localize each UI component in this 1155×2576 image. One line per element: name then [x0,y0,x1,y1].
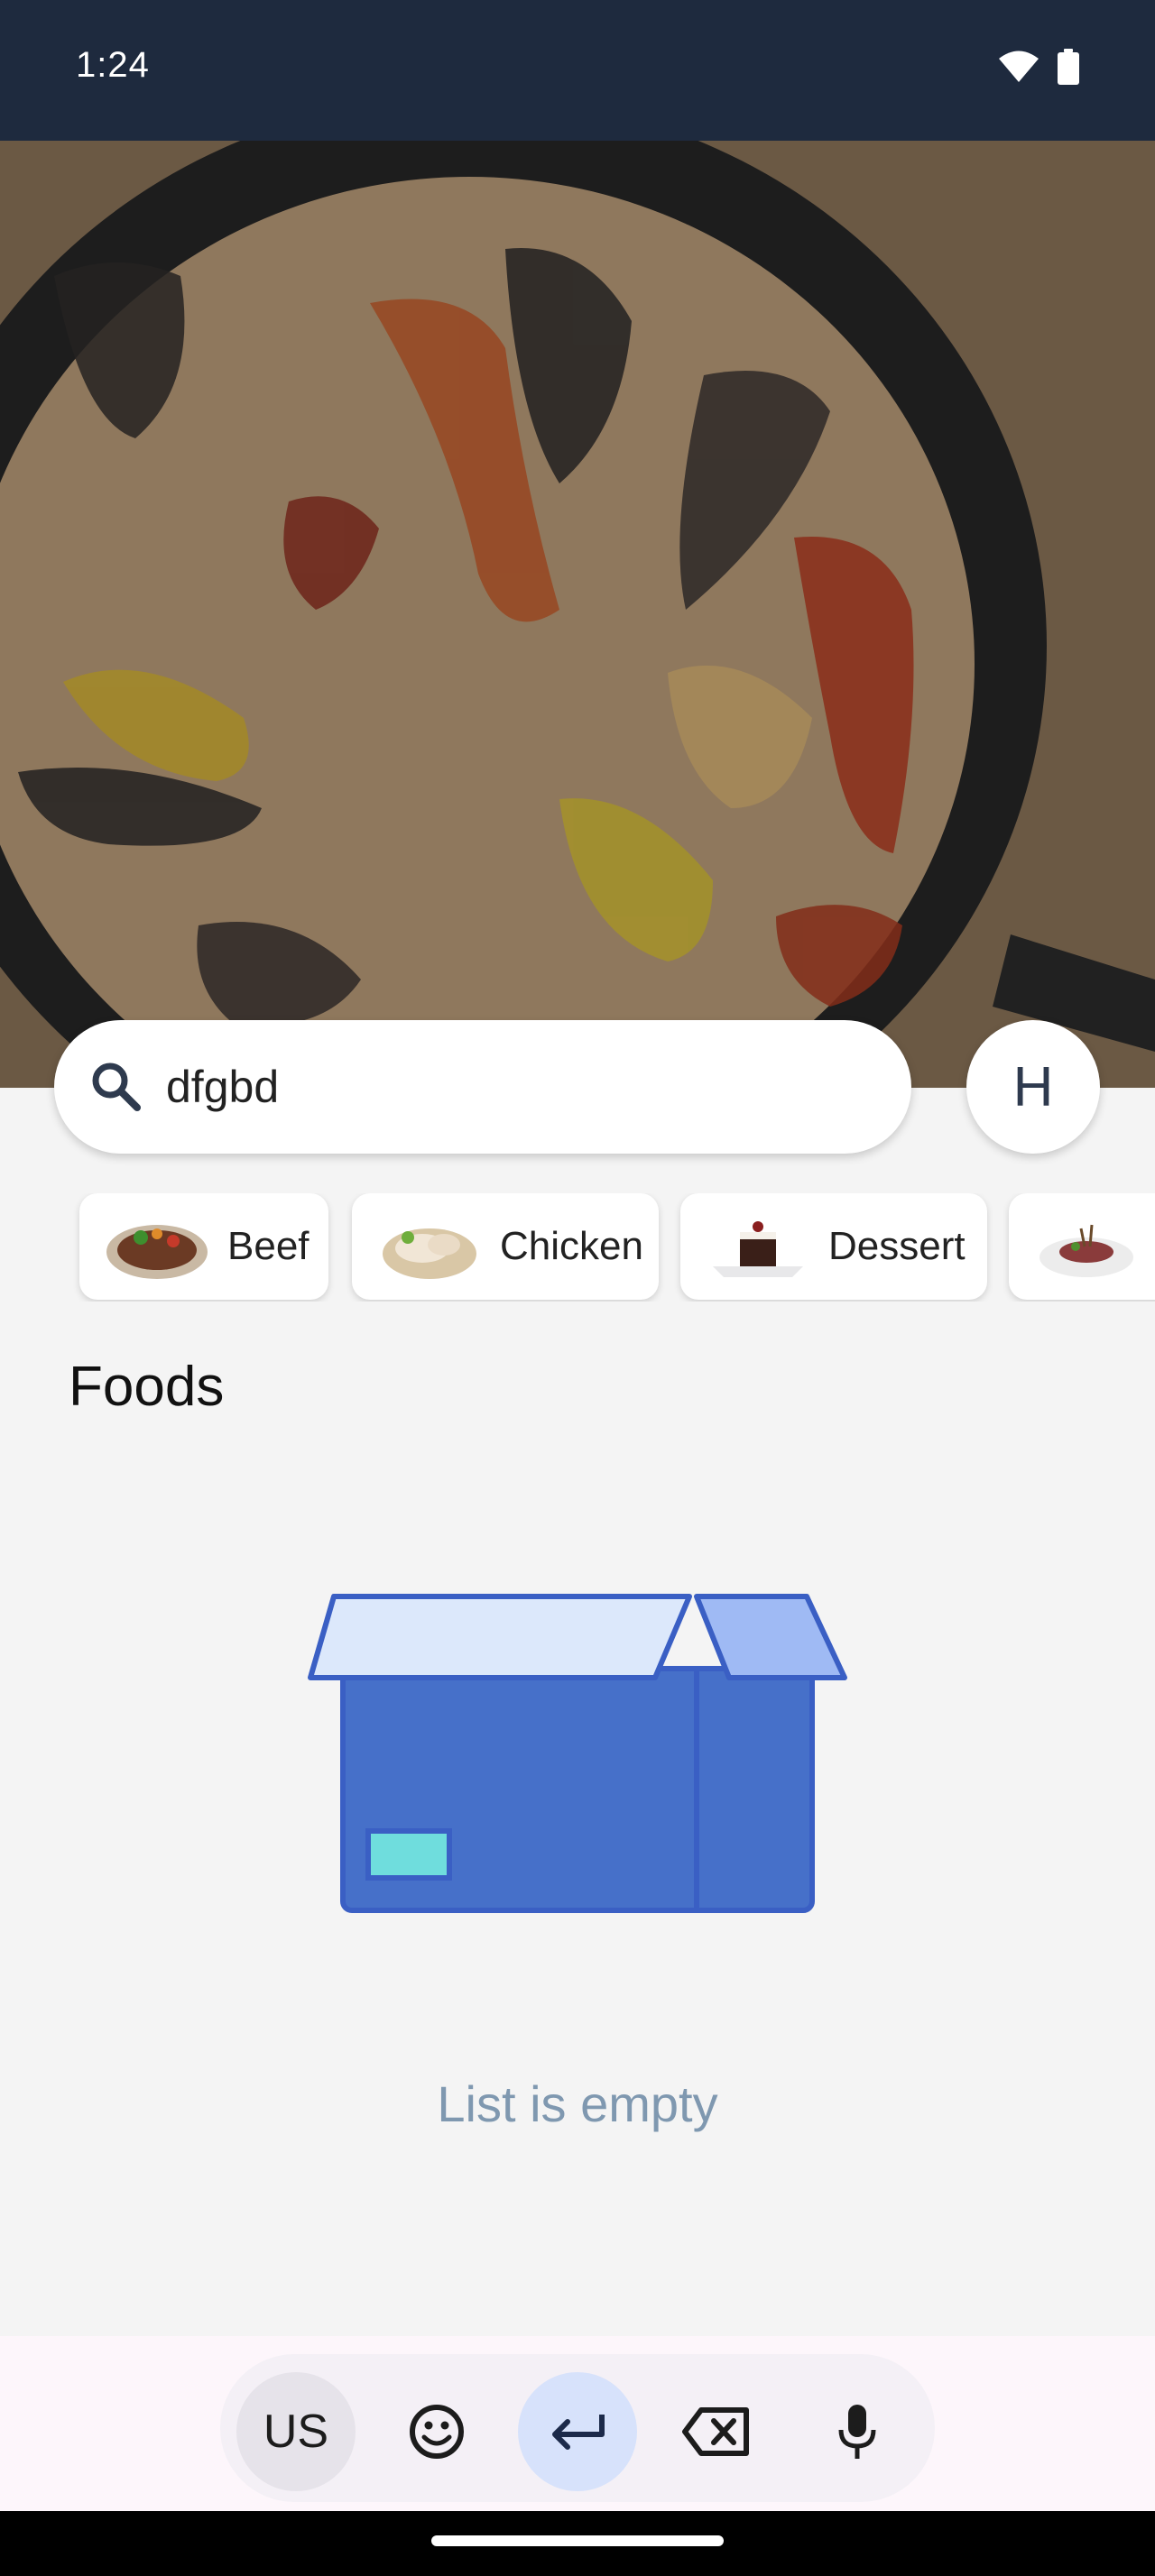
category-chips: Beef Chicken Dessert [0,1193,1155,1302]
chip-label: Chicken [500,1224,643,1268]
search-bar[interactable]: dfgbd [54,1020,911,1154]
category-chip-beef[interactable]: Beef [79,1193,328,1300]
chip-label: Dessert [828,1224,966,1268]
microphone-icon[interactable] [798,2372,917,2491]
keyboard-toolbar: US [0,2336,1155,2511]
emoji-icon[interactable] [377,2372,496,2491]
category-chip-dessert[interactable]: Dessert [680,1193,987,1300]
enter-icon[interactable] [518,2372,637,2491]
status-time: 1:24 [76,45,150,85]
search-icon [87,1057,146,1117]
status-icons [998,49,1079,89]
dessert-dish-image [706,1210,810,1283]
empty-box-icon [305,1587,850,1921]
battery-icon [1058,49,1079,89]
category-chip-chicken[interactable]: Chicken [352,1193,659,1300]
profile-avatar[interactable]: H [966,1020,1100,1154]
lamb-dish-image [1034,1210,1139,1283]
empty-list-message: List is empty [437,2075,718,2132]
category-chip-lamb[interactable] [1009,1193,1155,1300]
chip-label: Beef [227,1224,310,1268]
beef-dish-image [105,1210,209,1283]
wifi-icon [998,51,1040,87]
status-bar: 1:24 [0,0,1155,141]
navigation-bar [0,2511,1155,2576]
section-title-foods: Foods [69,1356,225,1418]
language-key[interactable]: US [236,2372,356,2491]
chicken-dish-image [377,1210,482,1283]
hero-image [0,141,1155,1088]
search-input[interactable]: dfgbd [166,1061,279,1113]
home-gesture-handle[interactable] [431,2535,724,2546]
backspace-icon[interactable] [657,2372,776,2491]
